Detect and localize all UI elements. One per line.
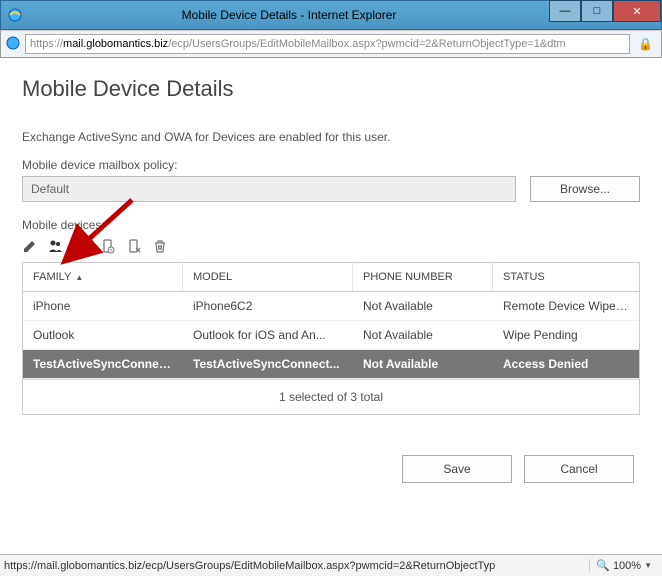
url-path: /ecp/UsersGroups/EditMobileMailbox.aspx?… — [168, 38, 565, 50]
save-button[interactable]: Save — [402, 455, 512, 483]
zoom-control[interactable]: 🔍 100% ▼ — [589, 559, 658, 572]
maximize-button[interactable]: □ — [581, 0, 613, 22]
page-title: Mobile Device Details — [22, 76, 640, 102]
window-title: Mobile Device Details - Internet Explore… — [29, 8, 549, 22]
grid-body: iPhoneiPhone6C2Not AvailableRemote Devic… — [23, 292, 639, 379]
ie-logo-icon — [7, 7, 23, 23]
table-row[interactable]: TestActiveSyncConnect...TestActiveSyncCo… — [23, 350, 639, 379]
minimize-button[interactable]: — — [549, 0, 581, 22]
devices-toolbar — [22, 238, 640, 254]
sort-asc-icon: ▲ — [75, 273, 83, 282]
cell-status: Access Denied — [493, 350, 639, 378]
page-content: Mobile Device Details Exchange ActiveSyn… — [0, 58, 662, 493]
devices-grid: FAMILY▲ MODEL PHONE NUMBER STATUS iPhone… — [22, 262, 640, 415]
grid-footer: 1 selected of 3 total — [23, 379, 639, 414]
policy-label: Mobile device mailbox policy: — [22, 158, 640, 172]
cell-model: TestActiveSyncConnect... — [183, 350, 353, 378]
cell-model: Outlook for iOS and An... — [183, 321, 353, 349]
window-controls: — □ ✕ — [549, 1, 661, 29]
ie-favicon-icon — [5, 35, 21, 54]
policy-input[interactable] — [22, 176, 516, 202]
cell-phone: Not Available — [353, 350, 493, 378]
allow-users-icon[interactable] — [74, 238, 90, 254]
chevron-down-icon: ▼ — [644, 561, 652, 570]
cancel-button[interactable]: Cancel — [524, 455, 634, 483]
zoom-value: 100% — [613, 560, 641, 572]
cell-status: Remote Device Wipe Su... — [493, 292, 639, 320]
col-header-phone[interactable]: PHONE NUMBER — [353, 263, 493, 291]
table-row[interactable]: iPhoneiPhone6C2Not AvailableRemote Devic… — [23, 292, 639, 321]
block-users-icon[interactable] — [48, 238, 64, 254]
col-header-family[interactable]: FAMILY▲ — [23, 263, 183, 291]
window-titlebar: Mobile Device Details - Internet Explore… — [0, 0, 662, 30]
cell-phone: Not Available — [353, 292, 493, 320]
col-header-status[interactable]: STATUS — [493, 263, 639, 291]
address-bar: https://mail.globomantics.biz/ecp/UsersG… — [0, 30, 662, 58]
cell-family: iPhone — [23, 292, 183, 320]
cell-family: Outlook — [23, 321, 183, 349]
wipe-account-icon[interactable] — [126, 238, 142, 254]
url-host: mail.globomantics.biz — [63, 38, 168, 50]
cell-model: iPhone6C2 — [183, 292, 353, 320]
status-bar: https://mail.globomantics.biz/ecp/UsersG… — [0, 554, 662, 576]
wipe-device-icon[interactable] — [100, 238, 116, 254]
dialog-actions: Save Cancel — [22, 455, 640, 483]
lock-icon: 🔒 — [634, 37, 657, 51]
table-row[interactable]: OutlookOutlook for iOS and An...Not Avai… — [23, 321, 639, 350]
grid-header: FAMILY▲ MODEL PHONE NUMBER STATUS — [23, 263, 639, 292]
info-text: Exchange ActiveSync and OWA for Devices … — [22, 130, 640, 144]
close-button[interactable]: ✕ — [613, 0, 661, 22]
browse-button[interactable]: Browse... — [530, 176, 640, 202]
cell-phone: Not Available — [353, 321, 493, 349]
edit-icon[interactable] — [22, 238, 38, 254]
delete-icon[interactable] — [152, 238, 168, 254]
cell-status: Wipe Pending — [493, 321, 639, 349]
magnifier-icon: 🔍 — [596, 559, 610, 572]
devices-label: Mobile devices: — [22, 218, 640, 232]
cell-family: TestActiveSyncConnect... — [23, 350, 183, 378]
col-header-model[interactable]: MODEL — [183, 263, 353, 291]
url-protocol: https:// — [30, 38, 63, 50]
url-input[interactable]: https://mail.globomantics.biz/ecp/UsersG… — [25, 34, 630, 54]
status-url: https://mail.globomantics.biz/ecp/UsersG… — [4, 560, 583, 572]
